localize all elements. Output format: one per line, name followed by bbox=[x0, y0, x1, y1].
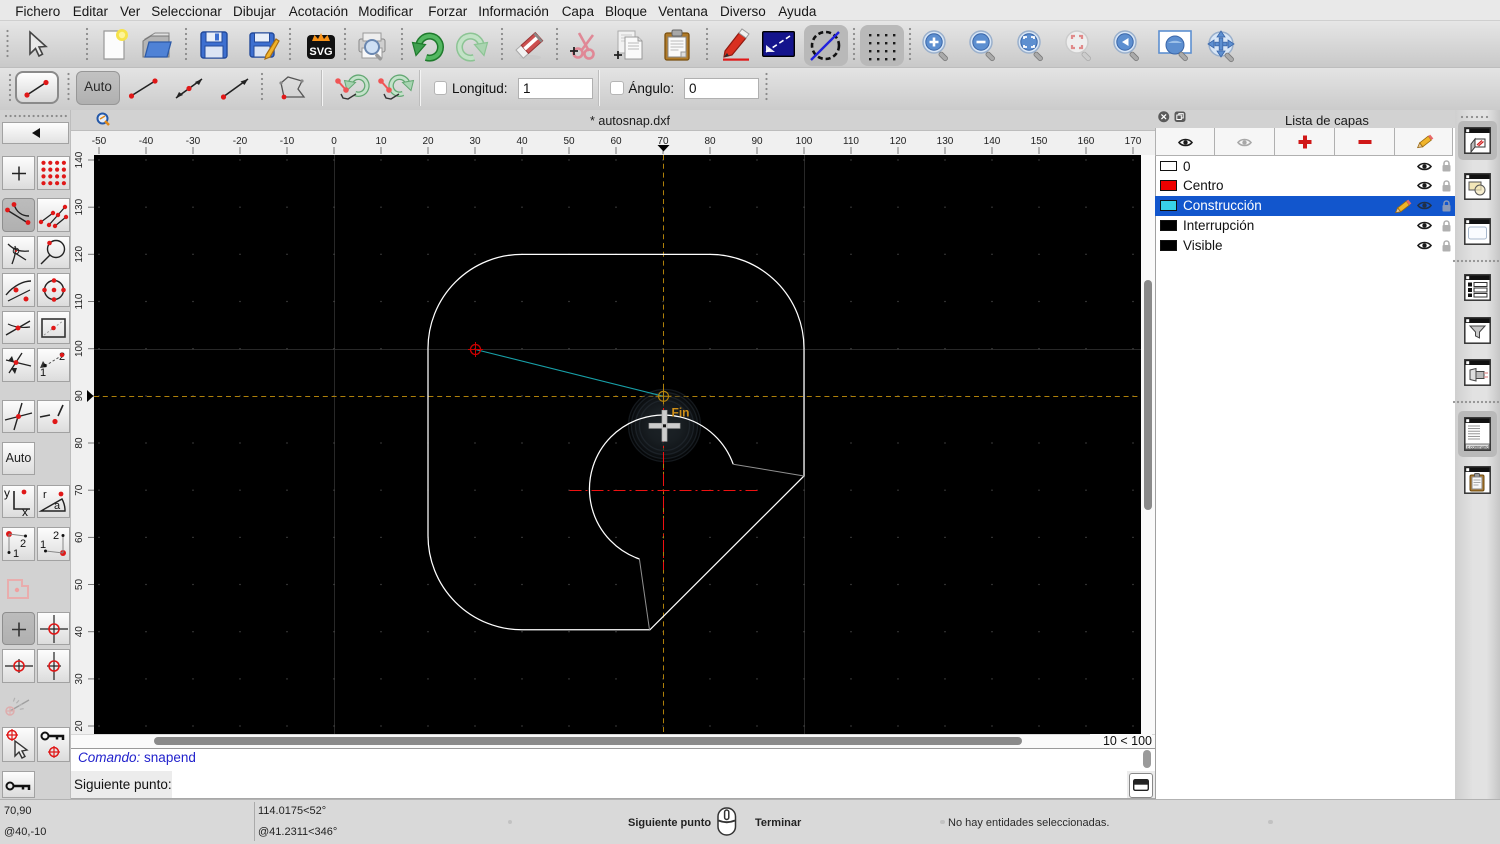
svg-text:100: 100 bbox=[74, 340, 85, 357]
svg-text:90: 90 bbox=[751, 136, 763, 147]
svg-text:20: 20 bbox=[74, 720, 85, 732]
svg-text:160: 160 bbox=[1078, 136, 1095, 147]
svg-text:130: 130 bbox=[937, 136, 954, 147]
svg-text:x: x bbox=[22, 505, 28, 519]
svg-text:-20: -20 bbox=[233, 136, 248, 147]
svg-text:140: 140 bbox=[74, 151, 85, 168]
svg-text:-50: -50 bbox=[92, 136, 107, 147]
svg-text:100: 100 bbox=[796, 136, 813, 147]
svg-text:1: 1 bbox=[40, 539, 46, 551]
svg-text:y: y bbox=[4, 486, 10, 500]
svg-text:a: a bbox=[54, 500, 61, 512]
svg-text:r: r bbox=[43, 489, 47, 501]
svg-text:SVG: SVG bbox=[309, 46, 332, 58]
svg-text:0: 0 bbox=[331, 136, 337, 147]
svg-text:40: 40 bbox=[516, 136, 528, 147]
svg-text:-10: -10 bbox=[280, 136, 295, 147]
svg-text:170: 170 bbox=[1125, 136, 1142, 147]
svg-text:c command: c command bbox=[1467, 444, 1489, 449]
svg-text:-30: -30 bbox=[186, 136, 201, 147]
svg-text:80: 80 bbox=[704, 136, 716, 147]
svg-text:150: 150 bbox=[1031, 136, 1048, 147]
svg-text:50: 50 bbox=[74, 579, 85, 591]
svg-text:30: 30 bbox=[469, 136, 481, 147]
svg-text:130: 130 bbox=[74, 198, 85, 215]
svg-text:40: 40 bbox=[74, 626, 85, 638]
svg-text:1: 1 bbox=[40, 367, 46, 379]
svg-text:1: 1 bbox=[13, 548, 19, 560]
svg-text:2: 2 bbox=[53, 530, 59, 542]
svg-text:90: 90 bbox=[74, 390, 85, 402]
svg-text:20: 20 bbox=[422, 136, 434, 147]
svg-text:110: 110 bbox=[74, 293, 85, 309]
svg-text:50: 50 bbox=[563, 136, 575, 147]
svg-text:2: 2 bbox=[20, 538, 26, 550]
svg-text:120: 120 bbox=[74, 246, 85, 263]
svg-text:Fin: Fin bbox=[672, 406, 690, 420]
svg-text:30: 30 bbox=[74, 673, 85, 685]
svg-text:60: 60 bbox=[610, 136, 622, 147]
svg-text:80: 80 bbox=[74, 437, 85, 449]
svg-text:-40: -40 bbox=[139, 136, 154, 147]
svg-text:120: 120 bbox=[890, 136, 907, 147]
svg-text:10: 10 bbox=[375, 136, 387, 147]
svg-text:140: 140 bbox=[984, 136, 1001, 147]
svg-text:60: 60 bbox=[74, 531, 85, 543]
svg-text:70: 70 bbox=[74, 484, 85, 496]
svg-text:110: 110 bbox=[843, 136, 859, 147]
